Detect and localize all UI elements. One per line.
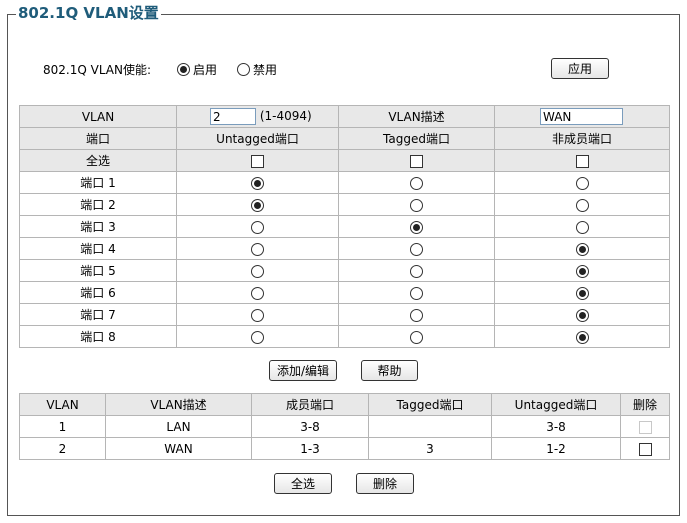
port-row: 端口 3	[19, 215, 670, 238]
port-nonmember-radio[interactable]	[575, 220, 589, 234]
list-header-tagged: Tagged端口	[368, 393, 492, 416]
select-all-label: 全选	[19, 149, 177, 172]
select-all-row: 全选	[19, 149, 670, 172]
vlan-list-vlan-cell: 2	[19, 437, 106, 460]
port-nonmember-radio[interactable]	[575, 264, 589, 278]
vlan-enable-row: 802.1Q VLAN使能: 启用 禁用	[43, 59, 277, 79]
vlan-config-table: VLAN (1-4094) VLAN描述 端口 Untagged端口 Tagge…	[19, 105, 670, 348]
port-tagged-radio[interactable]	[410, 220, 423, 234]
vlan-id-input[interactable]	[210, 108, 256, 125]
port-tagged-radio[interactable]	[410, 242, 423, 256]
delete-row-checkbox[interactable]	[638, 442, 652, 456]
vlan-desc-input[interactable]	[540, 108, 623, 125]
port-row: 端口 7	[19, 303, 670, 326]
port-row: 端口 1	[19, 171, 670, 194]
vlan-list-vlan-cell: 1	[19, 415, 106, 438]
port-name: 端口 6	[19, 281, 177, 304]
port-name: 端口 2	[19, 193, 177, 216]
list-header-vlan: VLAN	[19, 393, 106, 416]
vlan-list-members-cell: 1-3	[251, 437, 369, 460]
port-tagged-radio[interactable]	[410, 286, 423, 300]
port-untagged-radio[interactable]	[251, 220, 264, 234]
delete-row-checkbox	[638, 420, 652, 434]
nonmember-header: 非成员端口	[494, 127, 670, 150]
port-nonmember-radio[interactable]	[575, 242, 589, 256]
port-untagged-radio[interactable]	[251, 198, 264, 212]
port-nonmember-radio[interactable]	[575, 286, 589, 300]
add-edit-button[interactable]: 添加/编辑	[269, 360, 337, 381]
port-nonmember-radio[interactable]	[575, 176, 589, 190]
select-all-untagged-checkbox[interactable]	[251, 154, 264, 168]
port-name: 端口 3	[19, 215, 177, 238]
delete-button[interactable]: 删除	[356, 473, 414, 494]
list-header-delete: 删除	[620, 393, 670, 416]
port-untagged-radio[interactable]	[251, 264, 264, 278]
vlan-list-table: VLAN VLAN描述 成员端口 Tagged端口 Untagged端口 删除 …	[19, 393, 670, 460]
port-row: 端口 6	[19, 281, 670, 304]
port-tagged-radio[interactable]	[410, 176, 423, 190]
port-row: 端口 5	[19, 259, 670, 282]
list-header-members: 成员端口	[251, 393, 369, 416]
select-all-button[interactable]: 全选	[274, 473, 332, 494]
port-header: 端口	[19, 127, 177, 150]
page-title: 802.1Q VLAN设置	[16, 4, 161, 22]
port-tagged-radio[interactable]	[410, 308, 423, 322]
port-name: 端口 1	[19, 171, 177, 194]
vlan-desc-label: VLAN描述	[338, 105, 495, 128]
port-untagged-radio[interactable]	[251, 308, 264, 322]
vlan-list-untagged-cell: 3-8	[491, 415, 621, 438]
vlan-id-row: VLAN (1-4094) VLAN描述	[19, 105, 670, 128]
vlan-list-tagged-cell: 3	[368, 437, 492, 460]
table-row: 1 LAN 3-8 3-8	[19, 415, 670, 438]
vlan-list-members-cell: 3-8	[251, 415, 369, 438]
list-header-desc: VLAN描述	[105, 393, 252, 416]
port-name: 端口 8	[19, 325, 177, 348]
port-name: 端口 4	[19, 237, 177, 260]
enable-on-radio[interactable]	[177, 62, 191, 76]
help-button[interactable]: 帮助	[361, 360, 418, 381]
vlan-label: VLAN	[19, 105, 177, 128]
vlan-list-untagged-cell: 1-2	[491, 437, 621, 460]
select-all-tagged-checkbox[interactable]	[410, 154, 423, 168]
vlan-enable-label: 802.1Q VLAN使能:	[43, 62, 152, 77]
port-nonmember-radio[interactable]	[575, 198, 589, 212]
enable-on-label: 启用	[193, 62, 218, 77]
vlan-list-tagged-cell	[368, 415, 492, 438]
port-header-row: 端口 Untagged端口 Tagged端口 非成员端口	[19, 127, 670, 150]
select-all-nonmember-checkbox[interactable]	[575, 154, 589, 168]
port-row: 端口 4	[19, 237, 670, 260]
untagged-header: Untagged端口	[176, 127, 339, 150]
port-name: 端口 5	[19, 259, 177, 282]
port-untagged-radio[interactable]	[251, 176, 264, 190]
port-untagged-radio[interactable]	[251, 286, 264, 300]
port-row: 端口 2	[19, 193, 670, 216]
vlan-list-desc-cell: WAN	[105, 437, 252, 460]
port-nonmember-radio[interactable]	[575, 330, 589, 344]
port-row: 端口 8	[19, 325, 670, 348]
port-untagged-radio[interactable]	[251, 242, 264, 256]
port-untagged-radio[interactable]	[251, 330, 264, 344]
port-name: 端口 7	[19, 303, 177, 326]
list-header-row: VLAN VLAN描述 成员端口 Tagged端口 Untagged端口 删除	[19, 393, 670, 416]
apply-button[interactable]: 应用	[551, 58, 609, 79]
table-row: 2 WAN 1-3 3 1-2	[19, 437, 670, 460]
port-tagged-radio[interactable]	[410, 264, 423, 278]
port-tagged-radio[interactable]	[410, 198, 423, 212]
enable-off-label: 禁用	[253, 62, 278, 77]
tagged-header: Tagged端口	[338, 127, 495, 150]
port-tagged-radio[interactable]	[410, 330, 423, 344]
vlan-range-hint: (1-4094)	[259, 109, 312, 123]
list-header-untagged: Untagged端口	[491, 393, 621, 416]
port-nonmember-radio[interactable]	[575, 308, 589, 322]
enable-off-radio[interactable]	[237, 62, 251, 76]
vlan-list-desc-cell: LAN	[105, 415, 252, 438]
